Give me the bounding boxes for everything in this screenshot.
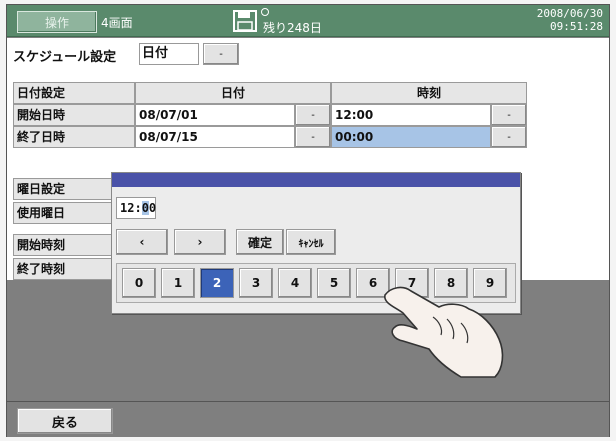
start-date-field[interactable]: 08/07/01	[135, 104, 295, 126]
digit-key-0[interactable]: 0	[122, 268, 156, 298]
header-bar: 操作 4画面 残り248日 2008/06/30 09:51:28	[7, 5, 609, 37]
digit-key-1[interactable]: 1	[161, 268, 195, 298]
digit-key-4[interactable]: 4	[278, 268, 312, 298]
time-prefix: 12:	[120, 201, 142, 215]
end-time-dropdown-button[interactable]: -	[491, 126, 527, 148]
start-time-label: 開始時刻	[13, 234, 115, 256]
floppy-disk-icon	[233, 10, 257, 32]
arrow-right-icon: ›	[197, 235, 203, 249]
chevron-down-icon: -	[311, 109, 315, 121]
digit-key-3[interactable]: 3	[239, 268, 273, 298]
clock-date: 2008/06/30	[536, 7, 603, 20]
time-suffix: 0	[148, 201, 157, 215]
footer-bar: 戻る	[7, 401, 609, 437]
cursor-right-button[interactable]: ›	[174, 229, 226, 255]
remaining-days: 残り248日	[263, 21, 322, 35]
table-row: 終了日時 08/07/15 - 00:00 -	[13, 126, 529, 148]
end-time-field[interactable]: 00:00	[331, 126, 491, 148]
arrow-left-icon: ‹	[139, 235, 145, 249]
cancel-button[interactable]: ｷｬﾝｾﾙ	[286, 229, 336, 255]
schedule-label: スケジュール設定	[13, 50, 117, 65]
start-time-field[interactable]: 12:00	[331, 104, 491, 126]
hmi-screen: 操作 4画面 残り248日 2008/06/30 09:51:28 スケジュール…	[6, 4, 610, 437]
end-date-field[interactable]: 08/07/15	[135, 126, 295, 148]
confirm-button[interactable]: 確定	[236, 229, 284, 255]
weekday-setting-label: 曜日設定	[13, 178, 115, 200]
clock-time: 09:51:28	[550, 20, 603, 33]
clock: 2008/06/30 09:51:28	[537, 7, 603, 33]
screen-count-label: 4画面	[101, 16, 133, 30]
cursor-left-button[interactable]: ‹	[116, 229, 168, 255]
back-button[interactable]: 戻る	[17, 408, 113, 434]
circle-icon	[261, 8, 269, 16]
pointing-hand-icon	[384, 286, 504, 378]
chevron-down-icon: -	[507, 131, 511, 143]
date-column-header: 日付	[135, 82, 331, 104]
table-row-header: 日付設定	[13, 82, 135, 104]
table-row: 開始日時 08/07/01 - 12:00 -	[13, 104, 529, 126]
row-label: 開始日時	[13, 104, 135, 126]
digit-key-5[interactable]: 5	[317, 268, 351, 298]
input-caret: 0	[141, 201, 149, 215]
time-input-field[interactable]: 12:00	[116, 197, 156, 219]
schedule-select[interactable]: 日付	[139, 43, 199, 65]
dialog-title-bar	[112, 173, 520, 187]
end-time-label: 終了時刻	[13, 258, 115, 280]
table-header-row: 日付設定 日付 時刻	[13, 82, 529, 104]
use-weekday-label: 使用曜日	[13, 202, 115, 224]
end-date-dropdown-button[interactable]: -	[295, 126, 331, 148]
operate-button[interactable]: 操作	[17, 11, 97, 33]
start-time-dropdown-button[interactable]: -	[491, 104, 527, 126]
schedule-dropdown-button[interactable]: -	[203, 43, 239, 65]
row-label: 終了日時	[13, 126, 135, 148]
time-column-header: 時刻	[331, 82, 527, 104]
start-date-dropdown-button[interactable]: -	[295, 104, 331, 126]
digit-key-2[interactable]: 2	[200, 268, 234, 298]
chevron-down-icon: -	[507, 109, 511, 121]
chevron-down-icon: -	[311, 131, 315, 143]
chevron-down-icon: -	[219, 48, 223, 60]
